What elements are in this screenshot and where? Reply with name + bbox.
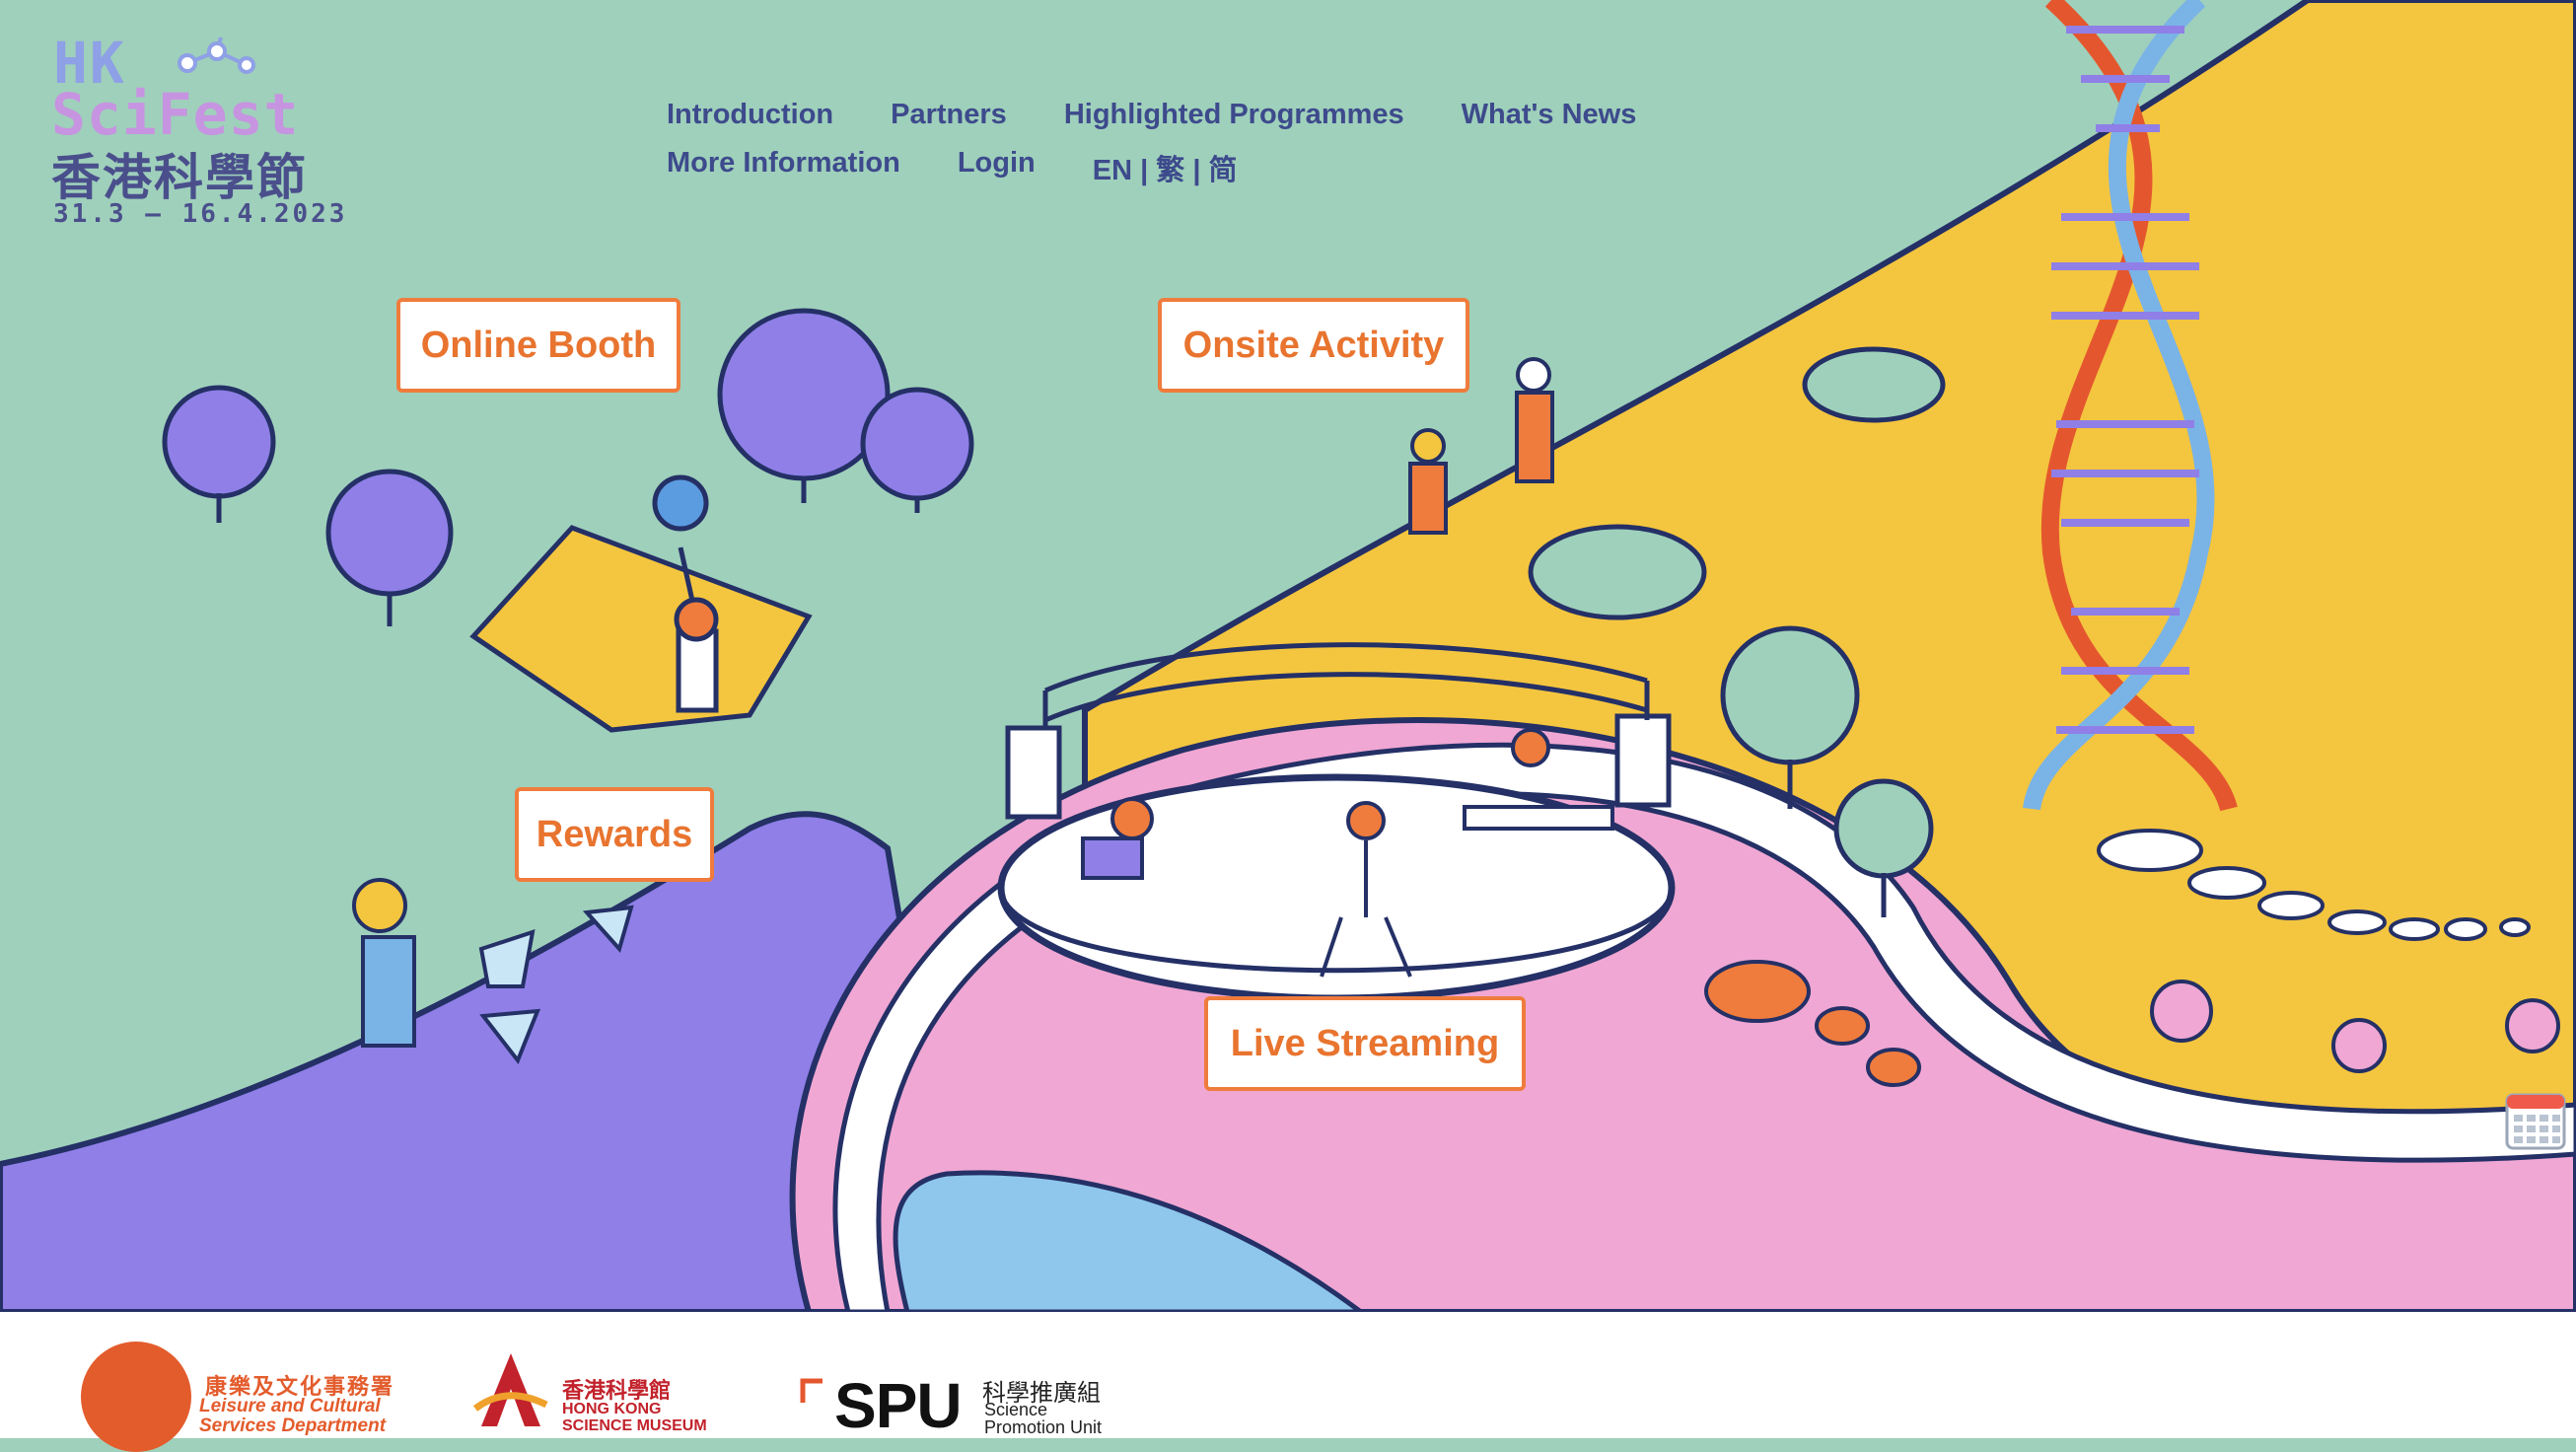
nav-more-information[interactable]: More Information — [667, 147, 900, 188]
language-switcher[interactable]: EN | 繁 | 简 — [1093, 147, 1238, 188]
onsite-activity-button[interactable]: Onsite Activity — [1158, 298, 1469, 393]
nav-row-2: More Information Login EN | 繁 | 简 — [667, 147, 1752, 188]
lcsd-english-line1: Leisure and Cultural — [199, 1396, 381, 1416]
molecule-icon — [178, 36, 255, 74]
spu-english-line1: Science — [984, 1400, 1048, 1419]
science-museum-emblem — [472, 1353, 548, 1426]
lcsd-english-line2: Services Department — [199, 1416, 387, 1436]
festival-dates: 31.3 – 16.4.2023 — [53, 199, 348, 229]
spu-english-name: Science Promotion Unit — [984, 1401, 1102, 1436]
spu-bracket-icon — [800, 1378, 823, 1403]
nav-introduction[interactable]: Introduction — [667, 99, 833, 131]
online-booth-button[interactable]: Online Booth — [396, 298, 680, 393]
live-streaming-button[interactable]: Live Streaming — [1204, 996, 1526, 1091]
nav-whats-news[interactable]: What's News — [1462, 99, 1637, 131]
hksm-english-name: HONG KONG SCIENCE MUSEUM — [562, 1401, 707, 1434]
hk-scifest-logo[interactable]: HK SciFest 香港科學節 31.3 – 16.4.2023 — [47, 35, 402, 233]
hksm-english-line1: HONG KONG — [562, 1401, 662, 1417]
logo-scifest: SciFest — [51, 81, 300, 148]
rewards-button[interactable]: Rewards — [515, 787, 714, 882]
lcsd-emblem — [81, 1342, 191, 1452]
main-nav: Introduction Partners Highlighted Progra… — [667, 99, 1752, 204]
partner-logos-footer: 康樂及文化事務署 Leisure and Cultural Services D… — [0, 1312, 2576, 1452]
nav-partners[interactable]: Partners — [891, 99, 1007, 131]
nav-row-1: Introduction Partners Highlighted Progra… — [667, 99, 1752, 131]
lcsd-english-name: Leisure and Cultural Services Department — [199, 1397, 386, 1436]
hksm-english-line2: SCIENCE MUSEUM — [562, 1417, 707, 1434]
spu-wordmark: SPU — [834, 1370, 963, 1441]
spu-english-line2: Promotion Unit — [984, 1417, 1103, 1437]
nav-login[interactable]: Login — [958, 147, 1036, 188]
nav-highlighted-programmes[interactable]: Highlighted Programmes — [1064, 99, 1404, 131]
calendar-icon[interactable] — [2505, 1087, 2566, 1152]
